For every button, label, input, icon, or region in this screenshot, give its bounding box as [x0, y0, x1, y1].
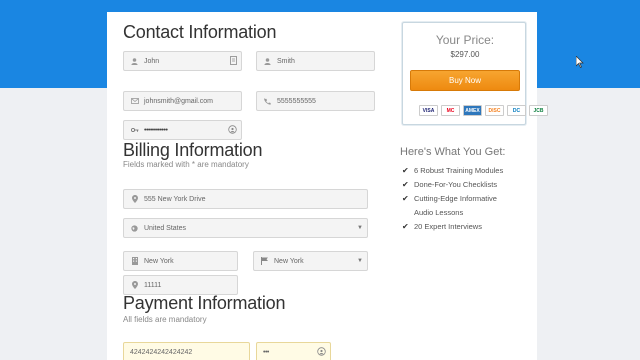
user-icon: [263, 57, 272, 66]
checkmark-icon: ✔: [402, 194, 409, 203]
password-manager-icon[interactable]: [317, 347, 326, 358]
mouse-cursor-icon: [576, 56, 584, 68]
benefits-title: Here's What You Get:: [400, 146, 506, 158]
zip-field[interactable]: 11111: [123, 275, 238, 295]
list-item-continuation: Audio Lessons: [414, 208, 464, 217]
password-manager-icon[interactable]: [228, 125, 237, 136]
checkmark-icon: ✔: [402, 222, 409, 231]
payment-card-logos: VISA MC AMEX DISC DC JCB: [419, 105, 548, 116]
list-item: ✔ Done-For-You Checklists: [402, 178, 503, 192]
list-item: ✔ 6 Robust Training Modules: [402, 164, 503, 178]
price-amount: $297.00: [450, 50, 480, 59]
dropdown-caret-icon: ▼: [357, 225, 363, 231]
map-pin-icon: [130, 281, 139, 290]
payment-heading: Payment Information: [123, 293, 286, 313]
first-name-field[interactable]: John: [123, 51, 242, 71]
checkmark-icon: ✔: [402, 166, 409, 175]
amex-card-icon: AMEX: [463, 105, 482, 116]
billing-note: Fields marked with * are mandatory: [123, 160, 249, 169]
card-number-field[interactable]: 4242424242424242: [123, 342, 250, 360]
mastercard-card-icon: MC: [441, 105, 460, 116]
checkmark-icon: ✔: [402, 180, 409, 189]
address-field[interactable]: 555 New York Drive: [123, 189, 368, 209]
last-name-field[interactable]: Smith: [256, 51, 375, 71]
list-item: ✔ Cutting-Edge Informative: [402, 192, 503, 206]
payment-note: All fields are mandatory: [123, 315, 207, 324]
billing-heading: Billing Information: [123, 140, 263, 160]
list-item: ✔ 20 Expert Interviews: [402, 220, 503, 234]
state-select[interactable]: New York ▼: [253, 251, 368, 271]
visa-card-icon: VISA: [419, 105, 438, 116]
price-box: Your Price: $297.00 Buy Now VISA MC AMEX…: [402, 22, 548, 125]
phone-icon: [263, 97, 272, 106]
cvv-field[interactable]: •••: [256, 342, 331, 360]
key-icon: [130, 126, 139, 135]
buy-now-button[interactable]: Buy Now: [410, 70, 520, 91]
flag-icon: [260, 257, 269, 266]
price-title: Your Price:: [435, 33, 495, 47]
jcb-card-icon: JCB: [529, 105, 548, 116]
contact-card-icon: [230, 56, 237, 67]
phone-field[interactable]: 5555555555: [256, 91, 375, 111]
dropdown-caret-icon: ▼: [357, 258, 363, 264]
benefits-list: ✔ 6 Robust Training Modules ✔ Done-For-You…: [402, 164, 503, 234]
discover-card-icon: DISC: [485, 105, 504, 116]
map-pin-icon: [130, 195, 139, 204]
user-icon: [130, 57, 139, 66]
contact-heading: Contact Information: [123, 22, 277, 42]
country-select[interactable]: United States ▼: [123, 218, 368, 238]
city-field[interactable]: New York: [123, 251, 238, 271]
building-icon: [130, 257, 139, 266]
diners-club-card-icon: DC: [507, 105, 526, 116]
envelope-icon: [130, 97, 139, 106]
password-field[interactable]: ••••••••••••: [123, 120, 242, 140]
globe-icon: [130, 224, 139, 233]
email-field[interactable]: johnsmith@gmail.com: [123, 91, 242, 111]
